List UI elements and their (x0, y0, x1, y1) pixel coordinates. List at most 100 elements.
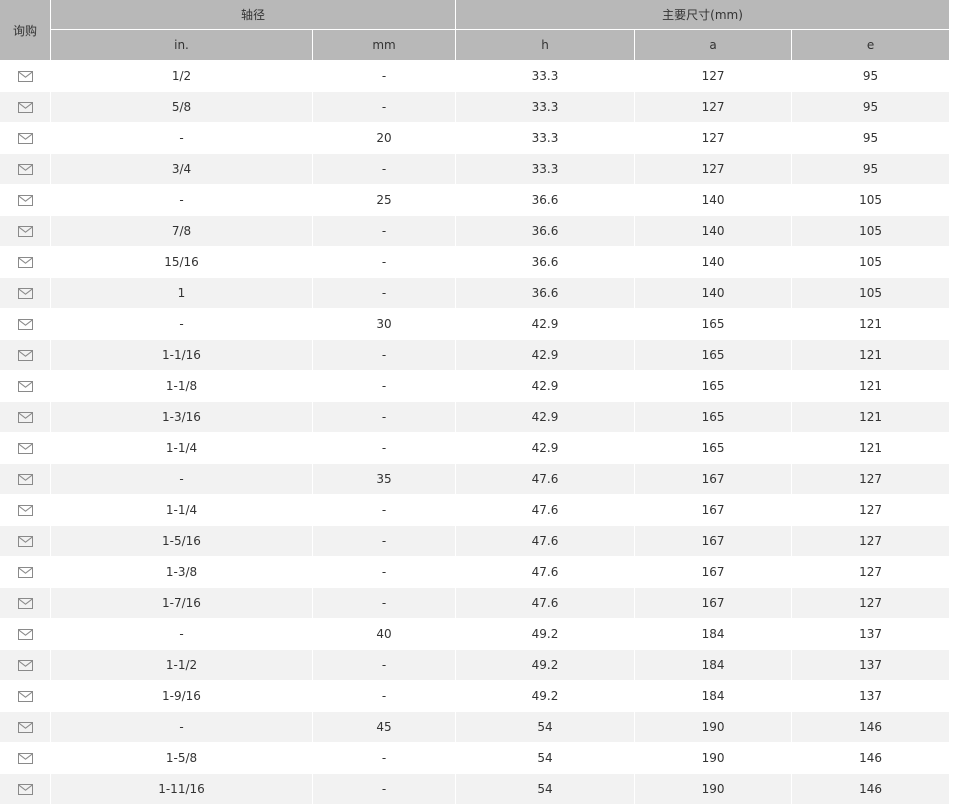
cell-mm: - (313, 154, 457, 185)
envelope-icon[interactable] (17, 567, 33, 578)
cell-mm: - (313, 743, 457, 774)
cell-in: 1-1/4 (51, 495, 313, 526)
envelope-icon[interactable] (17, 195, 33, 206)
inquiry-cell (0, 681, 51, 712)
envelope-icon[interactable] (17, 164, 33, 175)
cell-in: 1-7/16 (51, 588, 313, 619)
cell-a: 127 (635, 154, 793, 185)
cell-h: 36.6 (456, 247, 636, 278)
cell-e: 137 (792, 619, 951, 650)
envelope-icon[interactable] (17, 474, 33, 485)
shaft-diameter-header: 轴径 (51, 0, 457, 30)
envelope-icon[interactable] (17, 133, 33, 144)
cell-h: 47.6 (456, 526, 636, 557)
cell-in: 1-5/16 (51, 526, 313, 557)
envelope-icon[interactable] (17, 598, 33, 609)
envelope-icon[interactable] (17, 784, 33, 795)
inquiry-cell (0, 371, 51, 402)
envelope-icon[interactable] (17, 412, 33, 423)
cell-h: 36.6 (456, 216, 636, 247)
cell-mm: - (313, 557, 457, 588)
cell-mm: 35 (313, 464, 457, 495)
cell-a: 167 (635, 464, 793, 495)
inquiry-cell (0, 650, 51, 681)
cell-a: 167 (635, 526, 793, 557)
table-row: 1-1/2-49.2 184 137 (0, 650, 951, 681)
envelope-icon[interactable] (17, 753, 33, 764)
inquiry-cell (0, 743, 51, 774)
cell-in: - (51, 619, 313, 650)
cell-a: 190 (635, 712, 793, 743)
column-header-mm: mm (313, 30, 457, 61)
inquiry-cell (0, 557, 51, 588)
cell-mm: - (313, 495, 457, 526)
cell-e: 95 (792, 61, 951, 92)
cell-e: 95 (792, 154, 951, 185)
cell-h: 47.6 (456, 464, 636, 495)
envelope-icon[interactable] (17, 71, 33, 82)
cell-h: 33.3 (456, 154, 636, 185)
envelope-icon[interactable] (17, 381, 33, 392)
cell-h: 36.6 (456, 185, 636, 216)
cell-in: - (51, 185, 313, 216)
cell-h: 47.6 (456, 557, 636, 588)
cell-in: 1 (51, 278, 313, 309)
table-row: 1-11/16-54 190 146 (0, 774, 951, 805)
column-header-a: a (635, 30, 793, 61)
column-header-h: h (456, 30, 636, 61)
envelope-icon[interactable] (17, 350, 33, 361)
cell-a: 140 (635, 216, 793, 247)
cell-in: 15/16 (51, 247, 313, 278)
cell-mm: - (313, 402, 457, 433)
cell-a: 140 (635, 247, 793, 278)
table-header: 询购 轴径 主要尺寸(mm) in. mm h a e (0, 0, 951, 61)
cell-mm: - (313, 774, 457, 805)
envelope-icon[interactable] (17, 443, 33, 454)
envelope-icon[interactable] (17, 319, 33, 330)
cell-mm: - (313, 433, 457, 464)
cell-mm: - (313, 650, 457, 681)
table-row: 1-1/8-42.9 165 121 (0, 371, 951, 402)
envelope-icon[interactable] (17, 536, 33, 547)
table-row: 1-9/16-49.2 184 137 (0, 681, 951, 712)
envelope-icon[interactable] (17, 660, 33, 671)
table-row: 1-7/16-47.6 167 127 (0, 588, 951, 619)
envelope-icon[interactable] (17, 691, 33, 702)
inquiry-cell (0, 309, 51, 340)
cell-in: 1-1/16 (51, 340, 313, 371)
cell-a: 127 (635, 92, 793, 123)
cell-mm: - (313, 247, 457, 278)
envelope-icon[interactable] (17, 102, 33, 113)
table-row: 1-5/16-47.6 167 127 (0, 526, 951, 557)
envelope-icon[interactable] (17, 629, 33, 640)
cell-in: 1-9/16 (51, 681, 313, 712)
cell-h: 54 (456, 743, 636, 774)
envelope-icon[interactable] (17, 257, 33, 268)
cell-h: 42.9 (456, 340, 636, 371)
cell-a: 190 (635, 743, 793, 774)
cell-h: 36.6 (456, 278, 636, 309)
inquiry-cell (0, 495, 51, 526)
inquiry-cell (0, 712, 51, 743)
cell-h: 54 (456, 774, 636, 805)
cell-e: 95 (792, 123, 951, 154)
cell-a: 184 (635, 681, 793, 712)
inquiry-cell (0, 92, 51, 123)
table-row: 1/2-33.3 127 95 (0, 61, 951, 92)
envelope-icon[interactable] (17, 288, 33, 299)
cell-e: 137 (792, 681, 951, 712)
inquiry-cell (0, 340, 51, 371)
cell-e: 105 (792, 185, 951, 216)
cell-in: 1-5/8 (51, 743, 313, 774)
envelope-icon[interactable] (17, 505, 33, 516)
cell-e: 146 (792, 712, 951, 743)
envelope-icon[interactable] (17, 722, 33, 733)
table-row: 1-1/4-42.9 165 121 (0, 433, 951, 464)
inquiry-cell (0, 61, 51, 92)
cell-h: 33.3 (456, 92, 636, 123)
cell-in: 1-11/16 (51, 774, 313, 805)
envelope-icon[interactable] (17, 226, 33, 237)
cell-e: 121 (792, 309, 951, 340)
cell-in: - (51, 123, 313, 154)
inquiry-header: 询购 (0, 0, 51, 61)
